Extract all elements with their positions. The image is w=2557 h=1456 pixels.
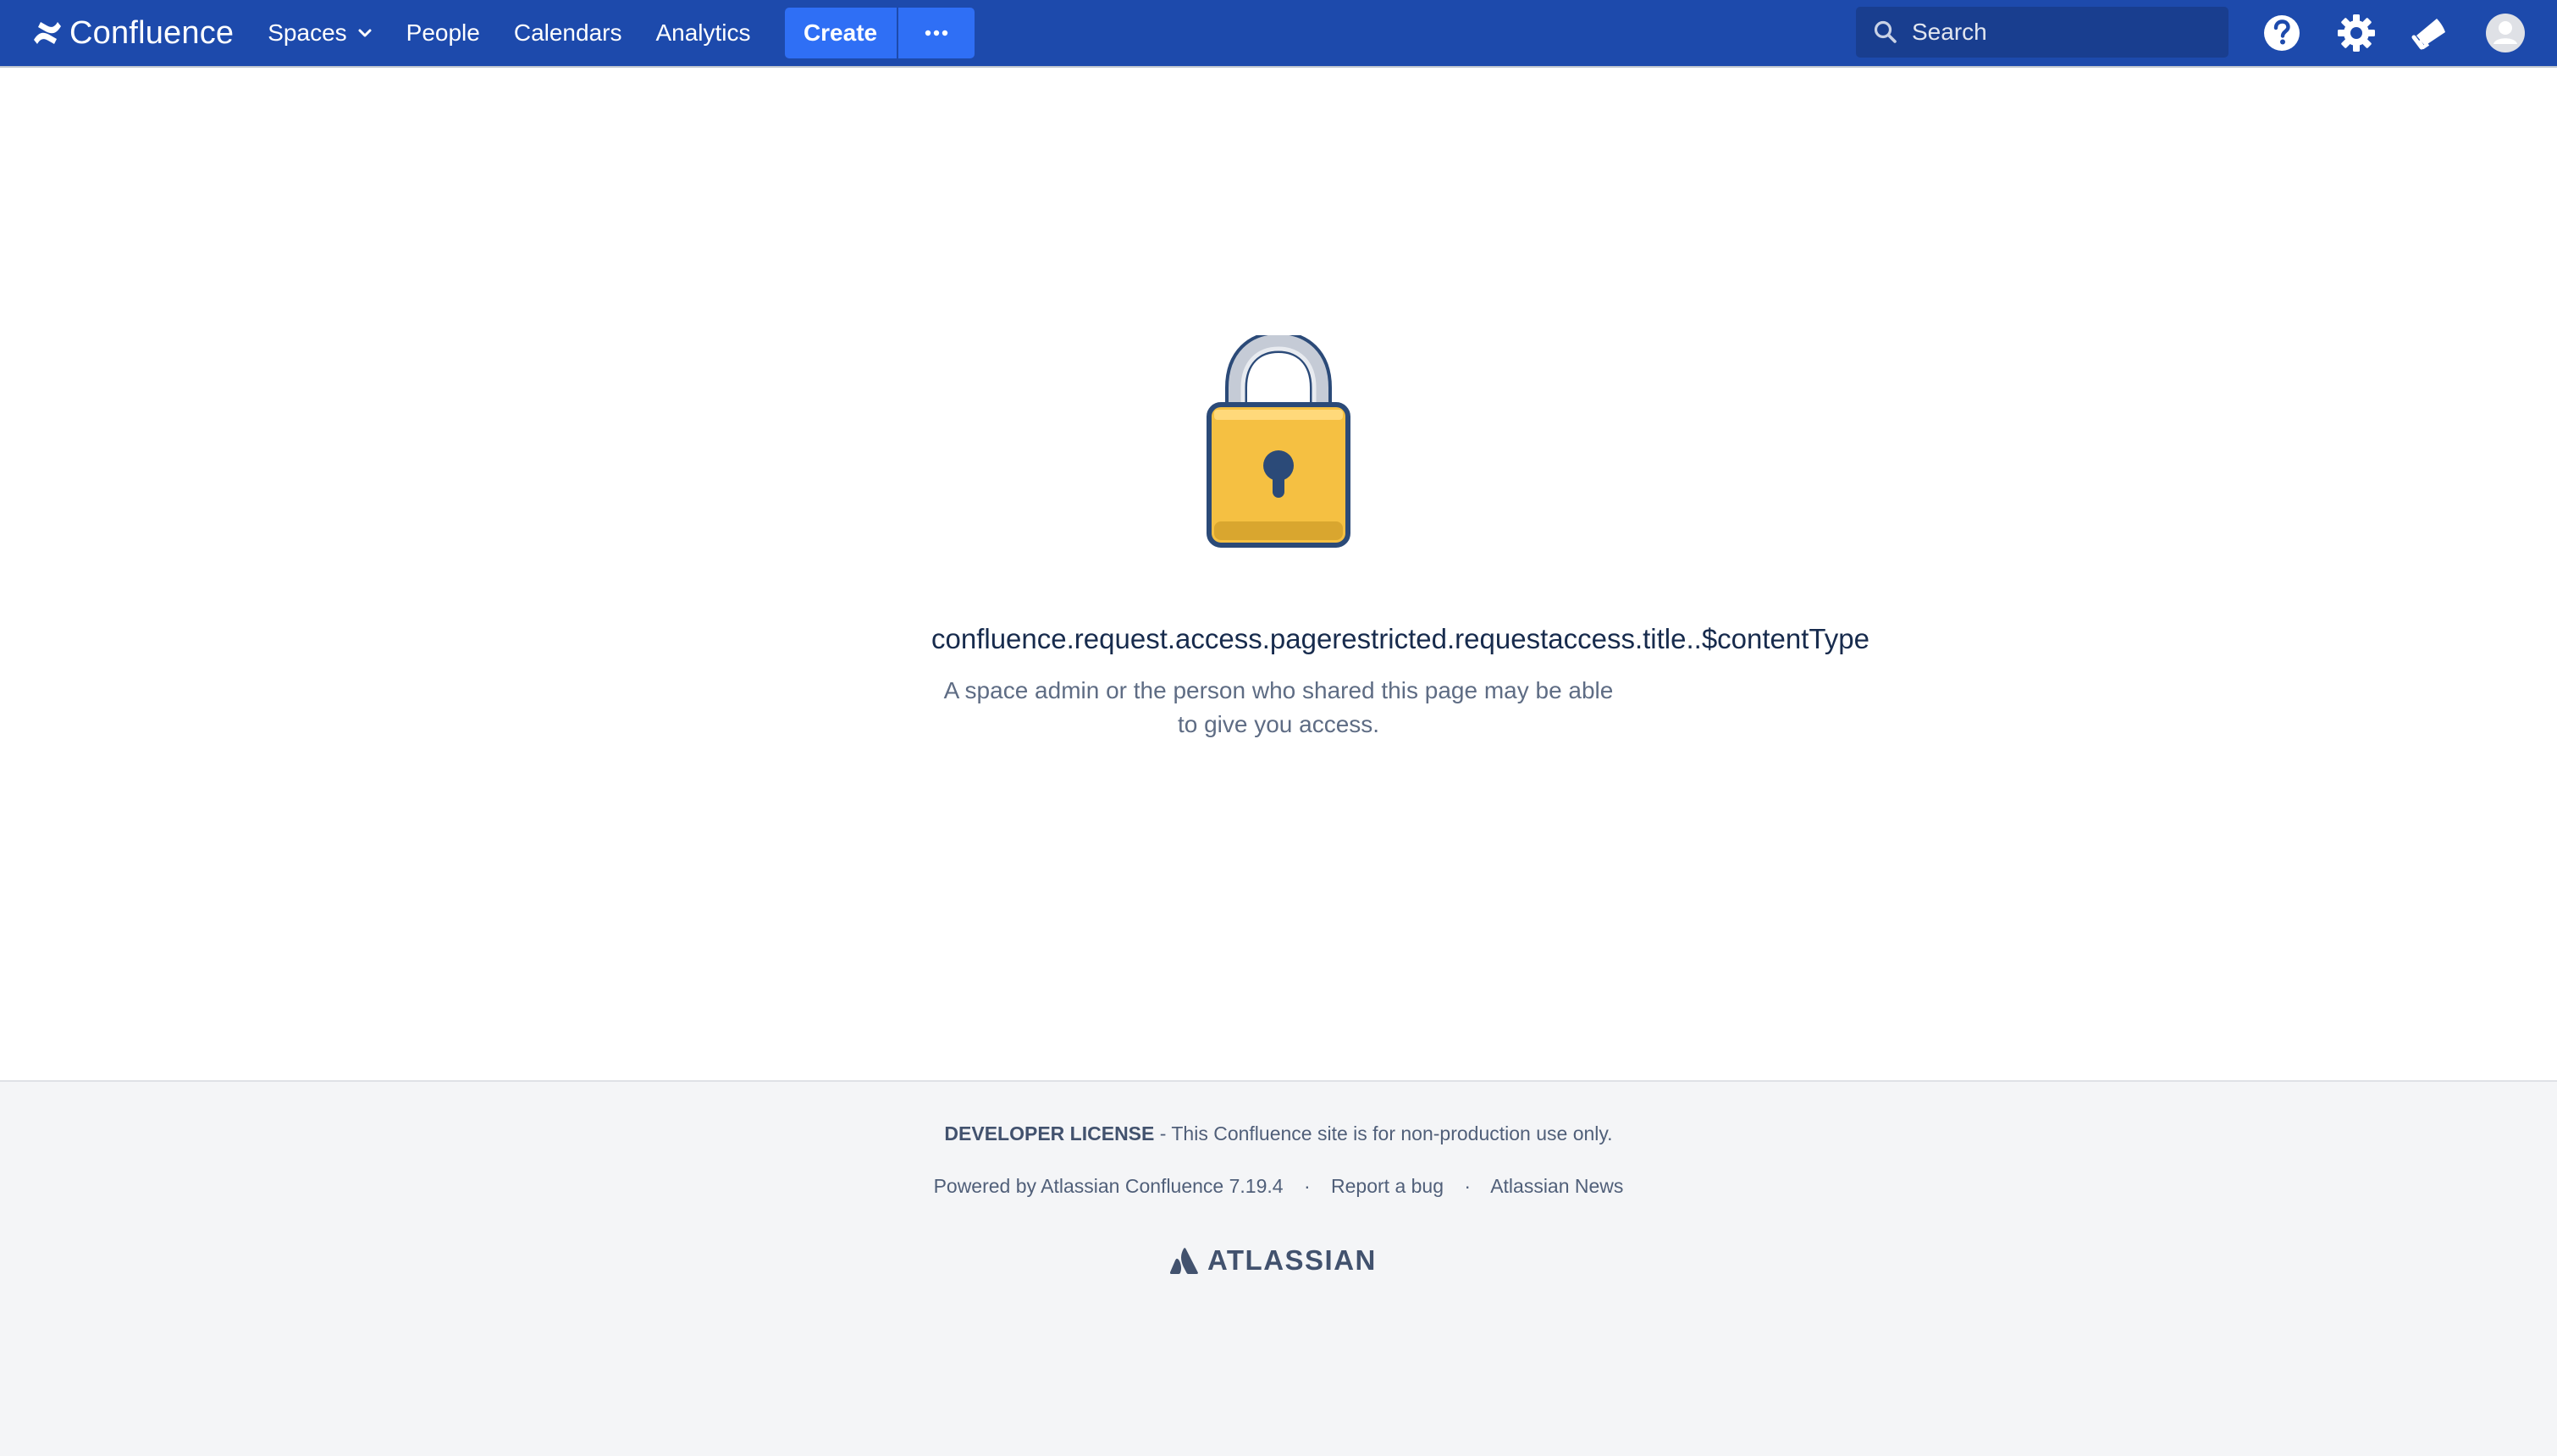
create-more-button[interactable] bbox=[897, 8, 975, 58]
search-box[interactable] bbox=[1856, 7, 2228, 58]
footer-separator: · bbox=[1464, 1175, 1472, 1197]
nav-analytics[interactable]: Analytics bbox=[655, 19, 750, 47]
app-name: Confluence bbox=[69, 14, 235, 51]
padlock-icon bbox=[1207, 335, 1350, 548]
user-avatar-icon[interactable] bbox=[2484, 12, 2527, 54]
report-bug-link[interactable]: Report a bug bbox=[1331, 1175, 1444, 1197]
atlassian-mark-icon bbox=[1170, 1248, 1198, 1274]
restriction-description: A space admin or the person who shared t… bbox=[943, 677, 1614, 737]
license-label: DEVELOPER LICENSE bbox=[944, 1122, 1155, 1144]
create-button-group: Create bbox=[784, 8, 975, 58]
license-notice: DEVELOPER LICENSE - This Confluence site… bbox=[0, 1122, 2557, 1145]
nav-spaces-label: Spaces bbox=[268, 19, 347, 46]
powered-by-link[interactable]: Powered by Atlassian Confluence 7.19.4 bbox=[934, 1175, 1284, 1197]
atlassian-wordmark: ATLASSIAN bbox=[1207, 1244, 1377, 1276]
footer-links: Powered by Atlassian Confluence 7.19.4 ·… bbox=[0, 1175, 2557, 1198]
gear-icon[interactable] bbox=[2335, 12, 2378, 54]
main-content: confluence.request.access.pagerestricted… bbox=[0, 68, 2557, 1080]
create-button[interactable]: Create bbox=[784, 8, 897, 58]
search-input[interactable] bbox=[1910, 18, 2227, 47]
atlassian-logo[interactable]: ATLASSIAN bbox=[1170, 1244, 1377, 1277]
nav-spaces-dropdown[interactable]: Spaces bbox=[268, 19, 372, 47]
confluence-home-link[interactable]: Confluence bbox=[32, 15, 234, 52]
help-icon[interactable] bbox=[2261, 12, 2303, 54]
confluence-logo-icon bbox=[34, 22, 61, 44]
ellipsis-icon bbox=[925, 30, 947, 36]
nav-calendars[interactable]: Calendars bbox=[514, 19, 622, 47]
nav-people[interactable]: People bbox=[406, 19, 480, 47]
license-text: - This Confluence site is for non-produc… bbox=[1154, 1122, 1613, 1144]
atlassian-news-link[interactable]: Atlassian News bbox=[1490, 1175, 1623, 1197]
restriction-title: confluence.request.access.pagerestricted… bbox=[931, 623, 1869, 654]
footer: DEVELOPER LICENSE - This Confluence site… bbox=[0, 1080, 2557, 1456]
footer-separator: · bbox=[1303, 1175, 1311, 1197]
search-icon bbox=[1874, 20, 1897, 43]
notification-megaphone-icon[interactable] bbox=[2410, 12, 2452, 54]
chevron-down-icon bbox=[358, 29, 372, 37]
top-navigation-bar: Confluence Spaces People Calendars Analy… bbox=[0, 0, 2557, 66]
